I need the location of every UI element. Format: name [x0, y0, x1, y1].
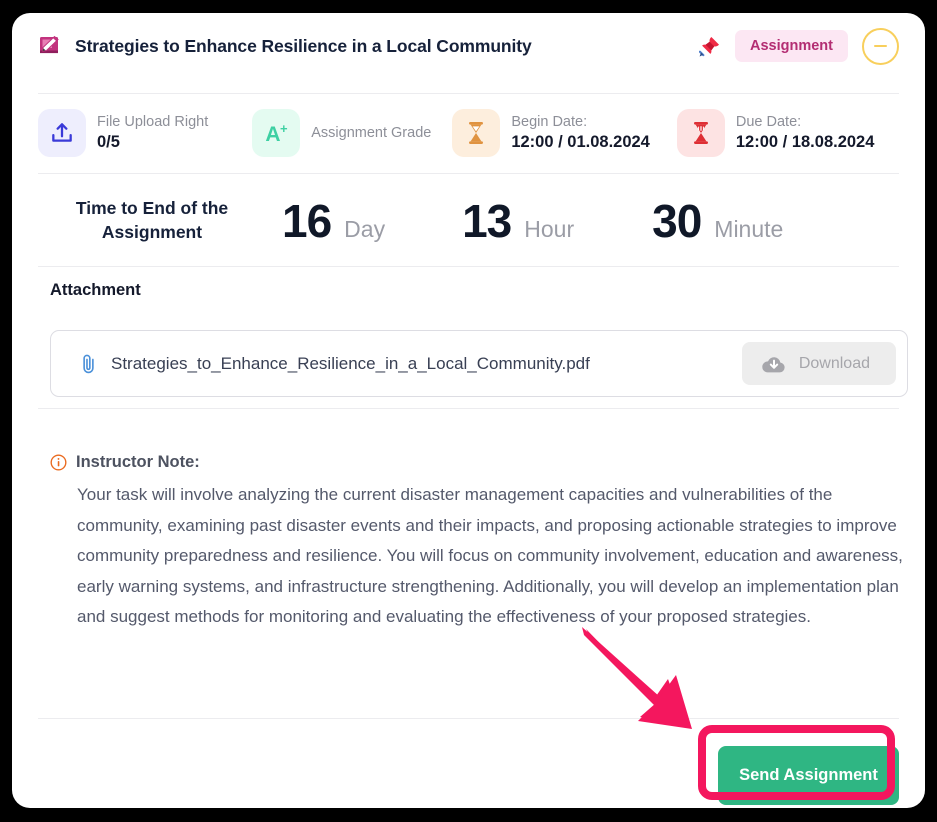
pushpin-icon[interactable]	[699, 35, 721, 57]
upload-icon	[38, 109, 86, 157]
attachment-name-group: Strategies_to_Enhance_Resilience_in_a_Lo…	[79, 352, 742, 376]
hourglass-icon	[676, 109, 725, 157]
page-title: Strategies to Enhance Resilience in a Lo…	[75, 35, 532, 56]
attachment-row: Strategies_to_Enhance_Resilience_in_a_Lo…	[50, 330, 908, 397]
grade-glyph: A+	[265, 120, 288, 146]
divider-countdown	[38, 266, 899, 267]
attachment-filename: Strategies_to_Enhance_Resilience_in_a_Lo…	[111, 353, 590, 373]
countdown-hour: 13 Hour	[462, 198, 574, 244]
stat-assignment-grade: A+ Assignment Grade	[252, 109, 431, 157]
note-title-row: Instructor Note:	[50, 453, 910, 472]
countdown-caption: Time to End of the Assignment	[75, 197, 229, 242]
divider-attachment	[38, 408, 899, 409]
stat-label: Due Date:	[735, 114, 802, 131]
stat-due-date: Due Date: 12:00 / 18.08.2024	[676, 109, 875, 157]
divider-footer	[38, 718, 899, 719]
stat-file-upload-right: File Upload Right 0/5	[38, 109, 208, 157]
countdown-label: Hour	[524, 215, 575, 242]
countdown-value: 13	[462, 194, 512, 247]
stat-value: 12:00 / 01.08.2024	[511, 132, 650, 151]
countdown-label: Minute	[714, 215, 784, 242]
download-label: Download	[798, 354, 870, 372]
note-title: Instructor Note:	[76, 453, 200, 471]
hourglass-icon	[452, 109, 501, 157]
cloud-download-icon	[761, 354, 787, 374]
download-button[interactable]: Download	[741, 342, 896, 385]
countdown-day: 16 Day	[282, 198, 385, 244]
countdown-label: Day	[344, 215, 386, 242]
stat-value: 0/5	[97, 132, 120, 151]
instructor-note: Instructor Note: Your task will involve …	[50, 453, 910, 633]
countdown-row: Time to End of the Assignment 16 Day 13 …	[38, 178, 899, 263]
stat-value: 12:00 / 18.08.2024	[735, 132, 875, 151]
stat-label: File Upload Right	[97, 114, 209, 131]
divider-header	[38, 93, 899, 94]
send-assignment-button[interactable]: Send Assignment	[718, 746, 899, 805]
paperclip-icon	[79, 352, 98, 376]
assignment-card: Strategies to Enhance Resilience in a Lo…	[12, 13, 925, 808]
countdown-value: 30	[652, 194, 702, 247]
grade-a-plus-icon: A+	[252, 109, 301, 157]
divider-stats	[38, 173, 899, 174]
notebook-pencil-icon	[38, 34, 62, 58]
stats-row: File Upload Right 0/5 A+ Assignment Grad…	[38, 98, 899, 168]
stat-begin-date: Begin Date: 12:00 / 01.08.2024	[452, 109, 650, 157]
header-actions: Assignment	[699, 27, 899, 65]
status-badge: Assignment	[735, 29, 848, 63]
minus-glyph	[874, 44, 887, 48]
countdown-minute: 30 Minute	[652, 198, 783, 244]
stat-label: Assignment Grade	[311, 124, 432, 141]
stat-label: Begin Date:	[511, 114, 588, 131]
countdown-value: 16	[282, 194, 332, 247]
title-group: Strategies to Enhance Resilience in a Lo…	[38, 34, 699, 58]
minus-circle-icon[interactable]	[862, 27, 899, 65]
note-body: Your task will involve analyzing the cur…	[77, 485, 903, 626]
card-header: Strategies to Enhance Resilience in a Lo…	[12, 13, 925, 79]
info-circle-icon	[50, 454, 67, 471]
attachment-heading: Attachment	[50, 281, 141, 299]
